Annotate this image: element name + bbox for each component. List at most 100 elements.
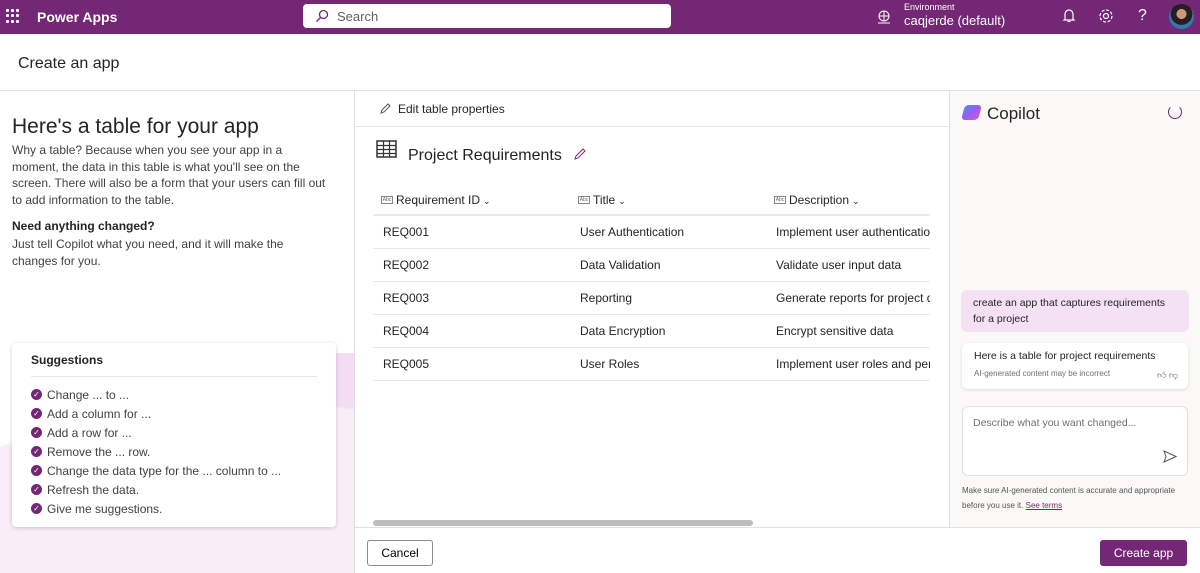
table-cell[interactable]: Data Encryption — [570, 314, 766, 348]
check-circle-icon: ✓ — [31, 427, 42, 438]
chevron-down-icon: ⌄ — [618, 195, 626, 206]
table-row[interactable]: REQ004 Data Encryption Encrypt sensitive d… — [373, 314, 930, 348]
suggestion-item[interactable]: ✓ Change ... to ... — [31, 385, 317, 404]
table-icon — [376, 140, 397, 158]
suggestion-item[interactable]: ✓ Refresh the data. — [31, 480, 317, 499]
create-app-button[interactable]: Create app — [1100, 540, 1187, 566]
input-placeholder: Describe what you want changed... — [973, 417, 1137, 429]
left-panel: Here's a table for your app Why a table?… — [0, 91, 355, 573]
bell-icon[interactable] — [1062, 8, 1076, 24]
suggestion-text: Refresh the data. — [47, 482, 140, 497]
search-icon — [316, 9, 329, 22]
table-name: Project Requirements — [408, 147, 562, 164]
column-label: Title — [593, 192, 616, 207]
check-circle-icon: ✓ — [31, 446, 42, 457]
chevron-down-icon: ⌄ — [852, 195, 860, 206]
assistant-message: Here is a table for project requirements… — [962, 343, 1188, 389]
edit-properties-label: Edit table properties — [398, 102, 505, 116]
search-input[interactable]: Search — [303, 4, 671, 28]
check-circle-icon: ✓ — [31, 408, 42, 419]
app-launcher-icon[interactable] — [6, 9, 20, 23]
intro-text: Why a table? Because when you see your a… — [12, 143, 326, 207]
table-cell[interactable]: Encrypt sensitive data — [766, 314, 930, 348]
suggestion-text: Give me suggestions. — [47, 501, 163, 516]
table-cell[interactable]: REQ004 — [373, 314, 570, 348]
table-cell[interactable]: Validate user input data — [766, 248, 930, 282]
table-cell[interactable]: REQ003 — [373, 281, 570, 315]
gear-icon[interactable] — [1098, 8, 1114, 24]
suggestion-item[interactable]: ✓ Add a row for ... — [31, 423, 317, 442]
page-title: Create an app — [18, 55, 120, 72]
column-label: Requirement ID — [396, 192, 481, 207]
send-icon[interactable] — [1163, 450, 1177, 463]
suggestion-item[interactable]: ✓ Add a column for ... — [31, 404, 317, 423]
copilot-title: Copilot — [987, 104, 1040, 123]
copilot-input[interactable]: Describe what you want changed... — [962, 406, 1188, 476]
table-cell[interactable]: Data Validation — [570, 248, 766, 282]
app-name[interactable]: Power Apps — [37, 9, 117, 25]
disclaimer: Make sure AI-generated content is accura… — [962, 483, 1192, 513]
table-cell[interactable]: Generate reports for project dat — [766, 281, 930, 315]
suggestion-text: Add a column for ... — [47, 406, 152, 421]
suggestion-item[interactable]: ✓ Remove the ... row. — [31, 442, 317, 461]
environment-label: Environment — [904, 2, 955, 12]
footer: Cancel Create app — [355, 527, 1200, 573]
table-cell[interactable]: User Roles — [570, 347, 766, 381]
cancel-button[interactable]: Cancel — [367, 540, 433, 566]
text-type-icon: Abc — [381, 196, 393, 205]
ai-note: AI-generated content may be incorrect — [974, 369, 1111, 378]
need-heading: Need anything changed? — [12, 219, 155, 233]
suggestion-item[interactable]: ✓ Give me suggestions. — [31, 499, 317, 518]
table-cell[interactable]: REQ005 — [373, 347, 570, 381]
thumbs-down-icon[interactable]: 👎︎ — [1169, 370, 1178, 380]
title-bar: Create an app — [0, 34, 1200, 91]
search-placeholder: Search — [337, 9, 379, 24]
disclaimer-text: Make sure AI-generated content is accura… — [962, 486, 1176, 510]
check-circle-icon: ✓ — [31, 484, 42, 495]
panel-heading: Here's a table for your app — [12, 115, 259, 138]
suggestions-card: Suggestions ✓ Change ... to ... ✓ Add a col… — [12, 343, 336, 527]
column-label: Description — [789, 192, 850, 207]
table-cell[interactable]: Implement user authentication f — [766, 215, 930, 249]
table-cell[interactable]: Reporting — [570, 281, 766, 315]
suggestion-text: Change ... to ... — [47, 387, 130, 402]
chevron-down-icon: ⌄ — [483, 195, 491, 206]
environment-icon[interactable] — [876, 9, 892, 25]
edit-name-icon[interactable] — [573, 147, 587, 161]
column-header[interactable]: Abc Title ⌄ — [570, 185, 766, 216]
avatar[interactable] — [1169, 4, 1194, 29]
refresh-icon[interactable] — [1168, 105, 1182, 119]
need-text: Just tell Copilot what you need, and it … — [12, 237, 284, 268]
horizontal-scrollbar[interactable] — [373, 520, 753, 526]
user-message: create an app that captures requirements… — [961, 290, 1189, 332]
suggestion-item[interactable]: ✓ Change the data type for the ... column… — [31, 461, 317, 480]
column-header[interactable]: Abc Requirement ID ⌄ — [373, 185, 570, 216]
help-icon[interactable]: ? — [1138, 7, 1147, 25]
suggestion-text: Add a row for ... — [47, 425, 132, 440]
copilot-panel: Copilot create an app that captures requ… — [949, 91, 1200, 527]
table-row[interactable]: REQ002 Data Validation Validate user input… — [373, 248, 930, 282]
suggestions-title: Suggestions — [31, 353, 317, 377]
see-terms-link[interactable]: See terms — [1026, 501, 1062, 510]
table-panel: Edit table properties Project Requiremen… — [355, 91, 949, 527]
pencil-icon — [380, 103, 391, 114]
environment-value[interactable]: caqjerde (default) — [904, 13, 1005, 28]
check-circle-icon: ✓ — [31, 389, 42, 400]
table-cell[interactable]: REQ001 — [373, 215, 570, 249]
table-cell[interactable]: REQ002 — [373, 248, 570, 282]
check-circle-icon: ✓ — [31, 503, 42, 514]
table-row[interactable]: REQ005 User Roles Implement user roles and… — [373, 347, 930, 381]
column-header[interactable]: Abc Description ⌄ — [766, 185, 930, 216]
suggestion-text: Remove the ... row. — [47, 444, 151, 459]
table-cell[interactable]: Implement user roles and permi — [766, 347, 930, 381]
thumbs-up-icon[interactable]: 👍︎ — [1157, 370, 1166, 380]
table-row[interactable]: REQ001 User Authentication Implement user … — [373, 215, 930, 249]
top-bar: Power Apps Search Environment caqjerde (… — [0, 0, 1200, 34]
table-cell[interactable]: User Authentication — [570, 215, 766, 249]
data-table: Abc Requirement ID ⌄ Abc Title ⌄ Abc Descriptio… — [373, 185, 930, 381]
table-row[interactable]: REQ003 Reporting Generate reports for proj… — [373, 281, 930, 315]
edit-table-properties-button[interactable]: Edit table properties — [355, 91, 949, 127]
assistant-text: Here is a table for project requirements — [974, 350, 1156, 362]
copilot-logo-icon — [960, 105, 983, 120]
text-type-icon: Abc — [774, 196, 786, 205]
